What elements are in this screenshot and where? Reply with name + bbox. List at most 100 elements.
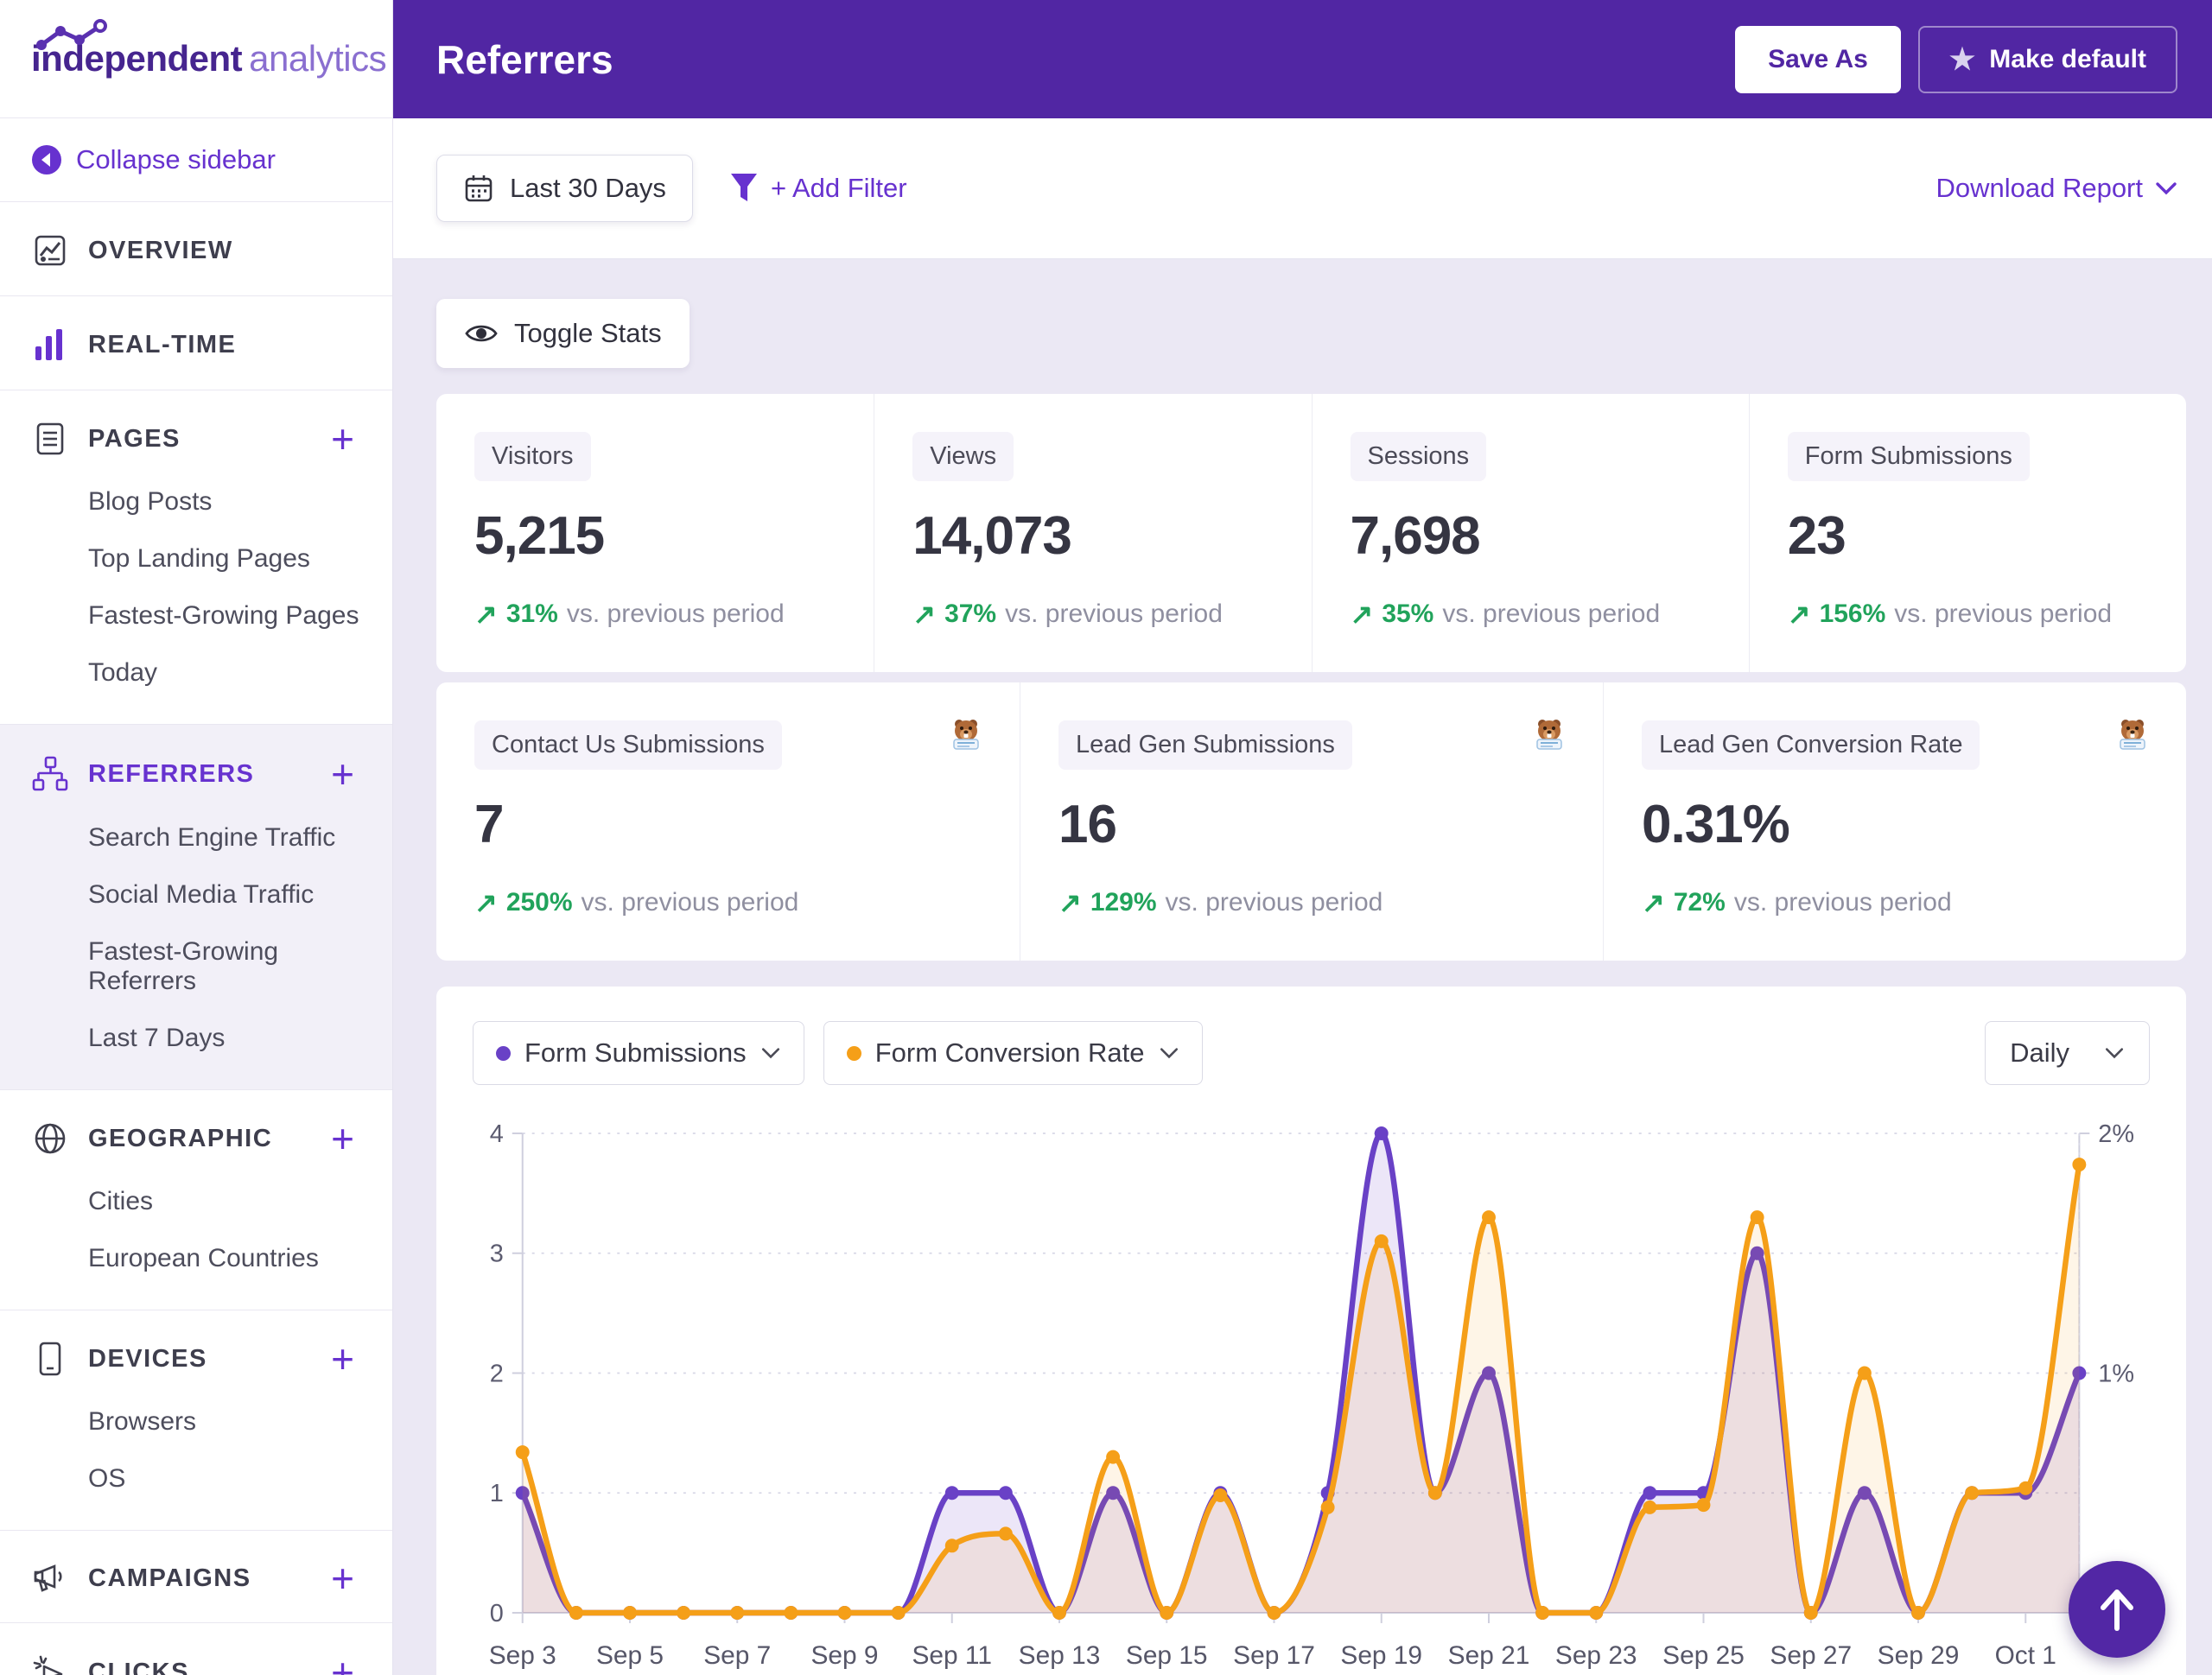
add-report-button[interactable]: +	[324, 761, 361, 787]
referrers-icon	[31, 756, 69, 792]
add-report-button[interactable]: +	[324, 426, 361, 452]
sidebar-subitem-blog-posts[interactable]: Blog Posts	[0, 473, 392, 530]
svg-text:Sep 17: Sep 17	[1233, 1641, 1315, 1670]
download-report-label: Download Report	[1936, 173, 2143, 204]
sidebar-subitem-today[interactable]: Today	[0, 644, 392, 701]
svg-text:2%: 2%	[2098, 1120, 2134, 1148]
legend-form-submissions-label: Form Submissions	[524, 1037, 747, 1069]
stat-value: 14,073	[912, 505, 1273, 567]
svg-text:Sep 7: Sep 7	[703, 1641, 771, 1670]
svg-text:Sep 5: Sep 5	[596, 1641, 664, 1670]
svg-text:Sep 25: Sep 25	[1662, 1641, 1745, 1670]
stat-change-note: vs. previous period	[582, 888, 799, 917]
svg-text:Sep 9: Sep 9	[810, 1641, 878, 1670]
download-report-button[interactable]: Download Report	[1936, 173, 2177, 204]
stat-change-note: vs. previous period	[1166, 888, 1383, 917]
sidebar-item-geographic[interactable]: GEOGRAPHIC +	[0, 1116, 392, 1161]
pages-icon	[31, 422, 69, 456]
date-range-label: Last 30 Days	[510, 173, 666, 204]
chart-header: Form Submissions Form Conversion Rate Da…	[473, 1021, 2150, 1085]
stat-change-note: vs. previous period	[1734, 888, 1952, 917]
sidebar-subitems: Blog PostsTop Landing PagesFastest-Growi…	[0, 473, 392, 701]
stat-change: ↗ 37% vs. previous period	[912, 598, 1273, 631]
stat-card-lead-gen-submissions: Lead Gen Submissions 16 ↗ 129% vs. previ…	[1020, 682, 1603, 961]
sidebar-subitem-european-countries[interactable]: European Countries	[0, 1230, 392, 1287]
stats-row-2: Contact Us Submissions 7 ↗ 250% vs. prev…	[436, 682, 2186, 961]
logo[interactable]: independentanalytics	[0, 0, 392, 118]
date-range-button[interactable]: Last 30 Days	[436, 155, 693, 222]
stat-label: Visitors	[474, 432, 591, 481]
sidebar-section-real-time: REAL-TIME	[0, 296, 392, 390]
beaver-mascot-icon	[947, 714, 985, 756]
save-as-button[interactable]: Save As	[1735, 26, 1901, 93]
overview-icon	[31, 233, 69, 268]
sidebar-section-label: CAMPAIGNS	[88, 1564, 324, 1593]
trend-up-arrow-icon: ↗	[1058, 886, 1082, 919]
svg-text:1%: 1%	[2098, 1360, 2134, 1387]
svg-text:Oct 1: Oct 1	[1995, 1641, 2056, 1670]
trend-up-arrow-icon: ↗	[474, 886, 498, 919]
sidebar-item-pages[interactable]: PAGES +	[0, 416, 392, 461]
sidebar-item-referrers[interactable]: REFERRERS +	[0, 751, 392, 797]
add-filter-button[interactable]: + Add Filter	[729, 172, 907, 205]
sidebar-item-overview[interactable]: OVERVIEW	[0, 228, 392, 273]
funnel-icon	[729, 172, 759, 205]
svg-text:1: 1	[490, 1480, 504, 1507]
content-area: Toggle Stats Visitors 5,215 ↗ 31% vs. pr…	[393, 259, 2212, 1675]
stat-change-note: vs. previous period	[1005, 600, 1223, 629]
svg-text:0: 0	[490, 1600, 504, 1627]
sidebar-subitem-os[interactable]: OS	[0, 1450, 392, 1507]
sidebar-section-campaigns: CAMPAIGNS +	[0, 1531, 392, 1623]
add-report-button[interactable]: +	[324, 1126, 361, 1152]
make-default-button[interactable]: ★ Make default	[1918, 26, 2177, 93]
sidebar-section-label: CLICKS	[88, 1659, 324, 1675]
sidebar-subitem-search-engine-traffic[interactable]: Search Engine Traffic	[0, 809, 392, 866]
add-report-button[interactable]: +	[324, 1565, 361, 1591]
toggle-stats-button[interactable]: Toggle Stats	[436, 299, 690, 368]
sidebar-item-campaigns[interactable]: CAMPAIGNS +	[0, 1557, 392, 1600]
legend-form-submissions-dropdown[interactable]: Form Submissions	[473, 1021, 804, 1085]
sidebar-subitem-top-landing-pages[interactable]: Top Landing Pages	[0, 530, 392, 587]
interval-select[interactable]: Daily	[1985, 1021, 2150, 1085]
sidebar-subitem-social-media-traffic[interactable]: Social Media Traffic	[0, 866, 392, 923]
sidebar-section-clicks: CLICKS + PDFsZipsEmailsPhone numbers	[0, 1623, 392, 1675]
legend-form-conversion-rate-label: Form Conversion Rate	[875, 1037, 1145, 1069]
chevron-down-icon	[760, 1047, 781, 1059]
trend-up-arrow-icon: ↗	[474, 598, 498, 631]
clicks-icon	[31, 1654, 69, 1675]
svg-text:Sep 15: Sep 15	[1126, 1641, 1208, 1670]
sidebar-subitem-cities[interactable]: Cities	[0, 1173, 392, 1230]
stat-change: ↗ 129% vs. previous period	[1058, 886, 1565, 919]
stat-card-contact-us-submissions: Contact Us Submissions 7 ↗ 250% vs. prev…	[436, 682, 1020, 961]
svg-text:Sep 27: Sep 27	[1770, 1641, 1852, 1670]
sidebar-subitem-last-7-days[interactable]: Last 7 Days	[0, 1010, 392, 1067]
collapse-sidebar-button[interactable]: Collapse sidebar	[0, 118, 392, 202]
collapse-sidebar-label: Collapse sidebar	[76, 144, 276, 175]
orange-series-dot	[847, 1046, 861, 1061]
stat-change: ↗ 156% vs. previous period	[1788, 598, 2148, 631]
trend-up-arrow-icon: ↗	[1642, 886, 1665, 919]
stat-card-views: Views 14,073 ↗ 37% vs. previous period	[874, 394, 1311, 672]
app-root: independentanalytics Collapse sidebar OV…	[0, 0, 2212, 1675]
sidebar-subitem-fastest-growing-pages[interactable]: Fastest-Growing Pages	[0, 587, 392, 644]
add-report-button[interactable]: +	[324, 1346, 361, 1372]
stat-change-percent: 72%	[1674, 888, 1726, 917]
scroll-to-top-button[interactable]	[2069, 1561, 2165, 1658]
sidebar-section-label: REFERRERS	[88, 760, 324, 789]
add-filter-label: + Add Filter	[771, 173, 907, 204]
stat-change-percent: 37%	[944, 600, 996, 629]
stat-change-percent: 129%	[1090, 888, 1157, 917]
legend-form-conversion-rate-dropdown[interactable]: Form Conversion Rate	[823, 1021, 1203, 1085]
add-report-button[interactable]: +	[324, 1659, 361, 1675]
sidebar-subitem-fastest-growing-referrers[interactable]: Fastest-Growing Referrers	[0, 923, 392, 1010]
filter-bar: Last 30 Days + Add Filter Download Repor…	[393, 118, 2212, 259]
top-header: Referrers Save As ★ Make default	[393, 0, 2212, 118]
svg-text:4: 4	[490, 1120, 504, 1148]
sidebar-item-clicks[interactable]: CLICKS +	[0, 1649, 392, 1675]
stat-label: Contact Us Submissions	[474, 720, 782, 770]
sidebar-item-devices[interactable]: DEVICES +	[0, 1336, 392, 1381]
beaver-mascot-icon	[2113, 714, 2152, 756]
main-area: Referrers Save As ★ Make default Last 30…	[393, 0, 2212, 1675]
sidebar-item-real-time[interactable]: REAL-TIME	[0, 322, 392, 367]
sidebar-subitem-browsers[interactable]: Browsers	[0, 1393, 392, 1450]
